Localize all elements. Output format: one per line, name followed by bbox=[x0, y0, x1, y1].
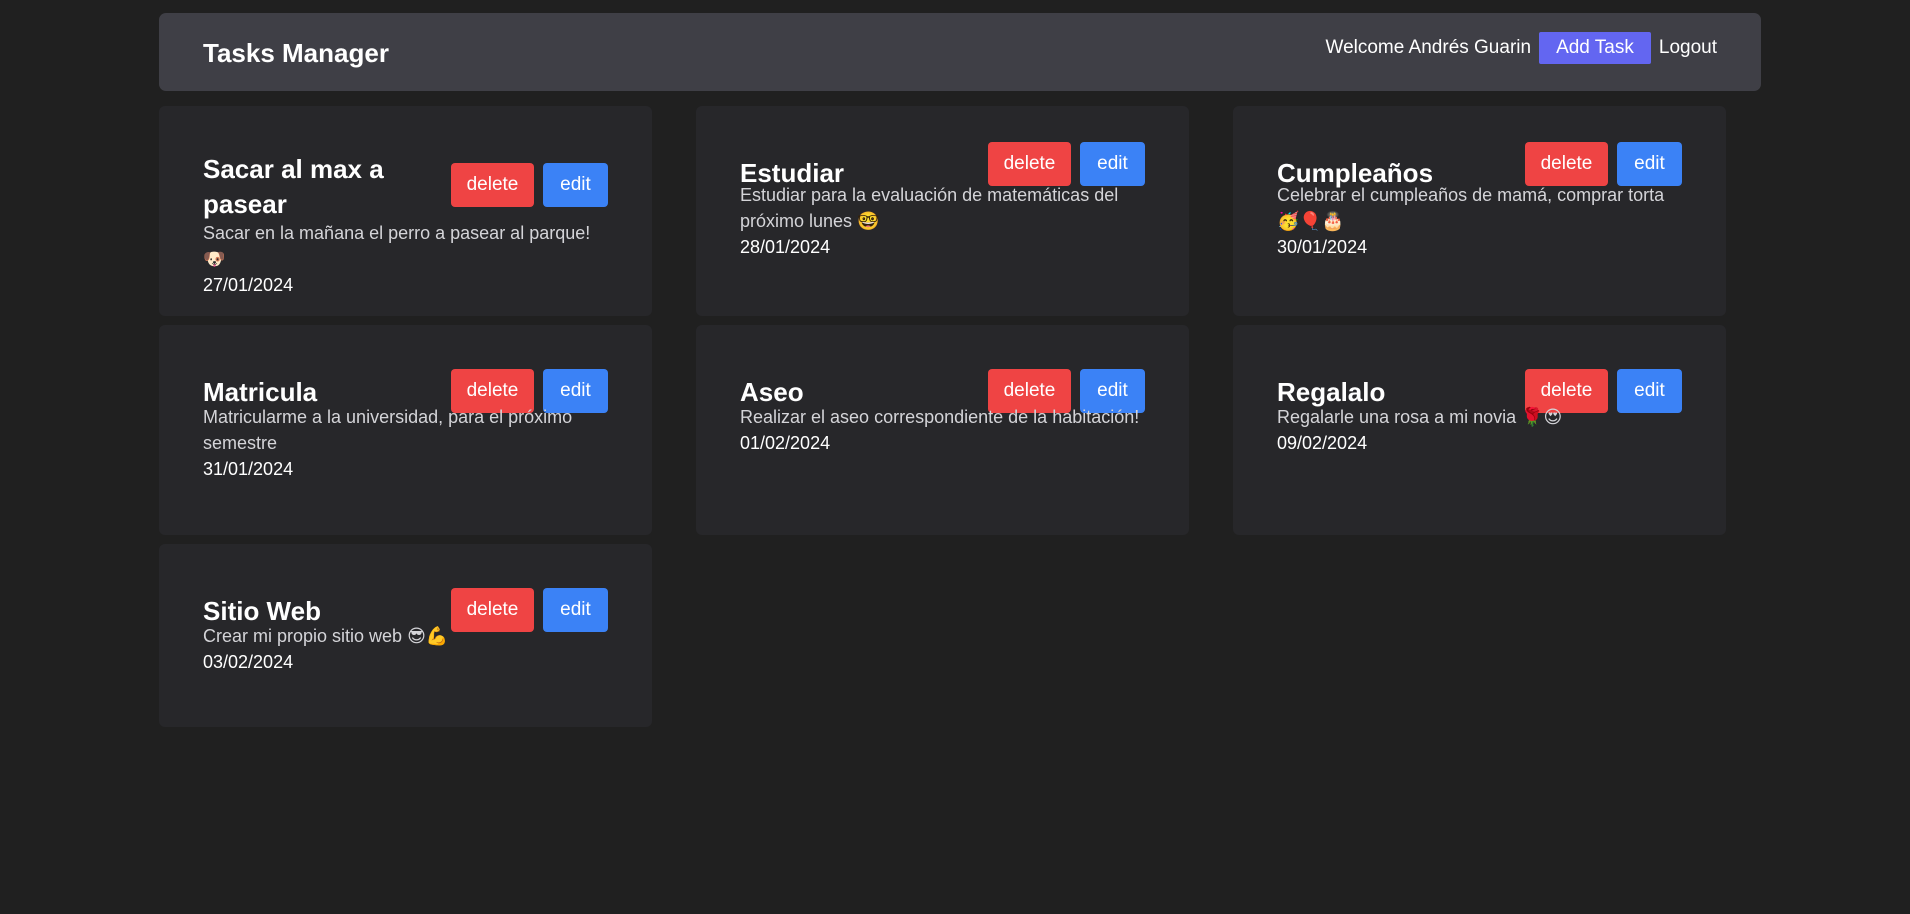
navbar-actions: Welcome Andrés Guarin Add Task Logout bbox=[1325, 32, 1717, 64]
task-description: Matricularme a la universidad, para el p… bbox=[203, 407, 573, 453]
edit-button[interactable]: edit bbox=[1080, 142, 1145, 186]
task-card: Estudiar delete edit Estudiar para la ev… bbox=[696, 106, 1189, 316]
delete-button[interactable]: delete bbox=[988, 142, 1071, 186]
logout-link[interactable]: Logout bbox=[1659, 37, 1717, 59]
task-actions: delete edit bbox=[1525, 142, 1682, 186]
app-title[interactable]: Tasks Manager bbox=[203, 37, 389, 69]
task-card: Matricula delete edit Matricularme a la … bbox=[159, 325, 652, 535]
task-card: Aseo delete edit Realizar el aseo corres… bbox=[696, 325, 1189, 535]
delete-button[interactable]: delete bbox=[451, 163, 534, 207]
task-description: Realizar el aseo correspondiente de la h… bbox=[740, 407, 1140, 427]
task-card: Regalalo delete edit Regalarle una rosa … bbox=[1233, 325, 1726, 535]
edit-button[interactable]: edit bbox=[543, 588, 608, 632]
task-card-header: Sacar al max a pasear delete edit bbox=[203, 152, 608, 222]
task-date: 09/02/2024 bbox=[1277, 433, 1368, 453]
task-actions: delete edit bbox=[451, 163, 608, 207]
task-card: Sacar al max a pasear delete edit Sacar … bbox=[159, 106, 652, 316]
task-date: 30/01/2024 bbox=[1277, 237, 1368, 257]
task-grid: Sacar al max a pasear delete edit Sacar … bbox=[159, 106, 1726, 727]
edit-button[interactable]: edit bbox=[1617, 142, 1682, 186]
task-actions: delete edit bbox=[988, 142, 1145, 186]
task-date: 31/01/2024 bbox=[203, 459, 294, 479]
welcome-text: Welcome Andrés Guarin bbox=[1325, 37, 1532, 58]
delete-button[interactable]: delete bbox=[451, 588, 534, 632]
task-card: Cumpleaños delete edit Celebrar el cumpl… bbox=[1233, 106, 1726, 316]
navbar: Tasks Manager Welcome Andrés Guarin Add … bbox=[159, 13, 1761, 91]
task-title: Sacar al max a pasear bbox=[203, 154, 384, 219]
task-date: 27/01/2024 bbox=[203, 275, 294, 295]
task-date: 03/02/2024 bbox=[203, 652, 294, 672]
task-actions: delete edit bbox=[451, 588, 608, 632]
task-description: Estudiar para la evaluación de matemátic… bbox=[740, 185, 1119, 231]
edit-button[interactable]: edit bbox=[1617, 369, 1682, 413]
task-date: 28/01/2024 bbox=[740, 237, 831, 257]
task-description: Sacar en la mañana el perro a pasear al … bbox=[203, 223, 591, 269]
task-description: Celebrar el cumpleaños de mamá, comprar … bbox=[1277, 185, 1665, 231]
delete-button[interactable]: delete bbox=[1525, 142, 1608, 186]
edit-button[interactable]: edit bbox=[543, 163, 608, 207]
task-card: Sitio Web delete edit Crear mi propio si… bbox=[159, 544, 652, 727]
task-date: 01/02/2024 bbox=[740, 433, 831, 453]
add-task-button[interactable]: Add Task bbox=[1539, 32, 1651, 64]
